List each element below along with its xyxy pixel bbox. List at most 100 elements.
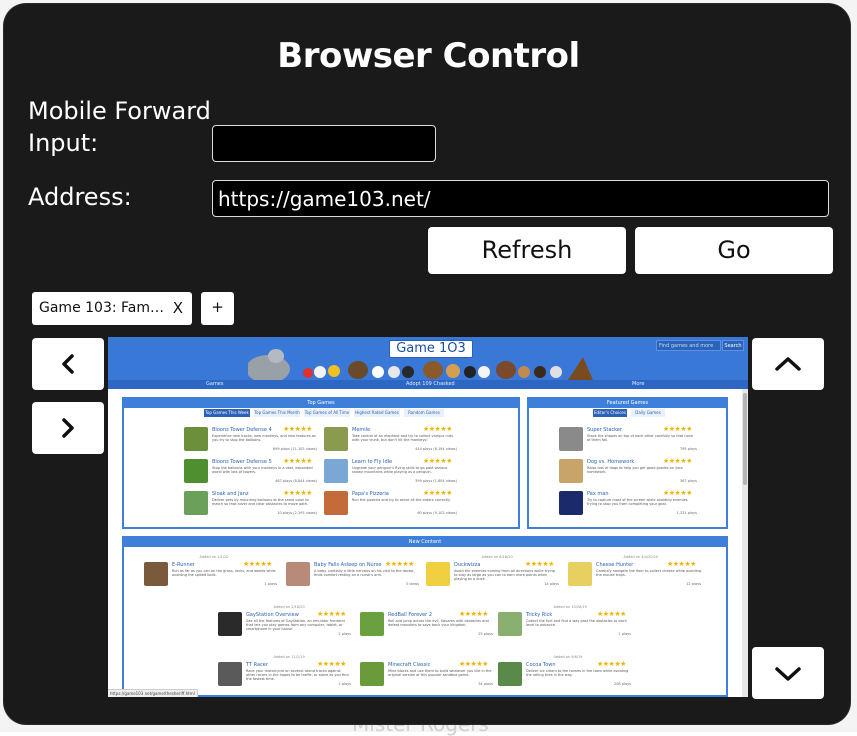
game-item-new-3[interactable]: Added on 4/4/20/20 Cheese Hunter ★★★★★ Care… <box>568 555 703 598</box>
play-count: 467 plays (8,844 views) <box>275 479 317 483</box>
tab-close-button[interactable]: X <box>173 292 183 325</box>
game-thumbnail[interactable] <box>559 427 583 451</box>
site-nav-adopt[interactable]: Adopt 109 Chasked <box>406 381 455 387</box>
game-title-link[interactable]: GayStation Overview <box>246 612 299 618</box>
game-title-link[interactable]: Minecraft Classic <box>388 662 430 668</box>
rating-stars-icon: ★★★★★ <box>597 660 626 668</box>
game-thumbnail[interactable] <box>568 562 592 586</box>
refresh-button[interactable]: Refresh <box>428 227 626 274</box>
browser-viewport[interactable]: Game 1Ö3 Find games and more Search Game… <box>108 337 748 697</box>
game-title-link[interactable]: Dog vs. Homework <box>587 459 634 465</box>
site-search-button[interactable]: Search <box>722 340 744 351</box>
site-nav-more[interactable]: More <box>632 381 644 387</box>
added-date: Added on 11/1/19 <box>273 655 305 659</box>
rating-stars-icon: ★★★★★ <box>385 560 414 568</box>
game-item-new-9[interactable]: Added on 9/6/19 Cocoa Town ★★★★★ Deliver ic… <box>498 655 633 697</box>
game-thumbnail[interactable] <box>324 427 348 451</box>
back-button[interactable] <box>32 338 104 390</box>
game-thumbnail[interactable] <box>184 427 208 451</box>
game-thumbnail[interactable] <box>360 612 384 636</box>
rating-stars-icon: ★★★★★ <box>317 660 346 668</box>
rating-stars-icon: ★★★★★ <box>283 425 312 433</box>
add-tab-button[interactable]: + <box>201 292 234 325</box>
game-title-link[interactable]: Cheese Hunter <box>596 562 633 568</box>
game-title-link[interactable]: Baby Falls Asleep on Nurse <box>314 562 381 568</box>
address-input[interactable] <box>212 180 829 217</box>
play-count: 25 plays <box>478 632 493 636</box>
game-title-link[interactable]: Sloak and Janz <box>212 491 249 497</box>
game-description: Mine blocks and use them to build whatev… <box>388 669 492 677</box>
scroll-down-button[interactable] <box>752 647 824 699</box>
scroll-up-button[interactable] <box>752 338 824 390</box>
play-count: 14 plays <box>544 582 559 586</box>
game-title-link[interactable]: Duckwizza <box>454 562 480 568</box>
game-thumbnail[interactable] <box>324 491 348 515</box>
game-item-top-4[interactable]: Sloak and Janz ★★★★★ Deliver pets by mount… <box>184 489 319 527</box>
game-title-link[interactable]: Learn to Fly Idle <box>352 459 392 465</box>
game-thumbnail[interactable] <box>218 662 242 686</box>
game-thumbnail[interactable] <box>144 562 168 586</box>
go-button[interactable]: Go <box>635 227 833 274</box>
game-title-link[interactable]: Memile <box>352 427 370 433</box>
rating-stars-icon: ★★★★★ <box>667 560 696 568</box>
game-description: Deliver ice cream to the homes in the to… <box>526 669 629 677</box>
game-thumbnail[interactable] <box>426 562 450 586</box>
rating-stars-icon: ★★★★★ <box>283 457 312 465</box>
game-title-link[interactable]: Papa's Pizzeria <box>352 491 389 497</box>
game-thumbnail[interactable] <box>184 459 208 483</box>
site-search-input[interactable]: Find games and more <box>656 340 721 351</box>
game-title-link[interactable]: Bloons Tower Defense 4 <box>212 427 272 433</box>
game-title-link[interactable]: Bloons Tower Defense 5 <box>212 459 272 465</box>
address-label: Address: <box>28 183 132 211</box>
game-thumbnail[interactable] <box>498 662 522 686</box>
forward-button[interactable] <box>32 402 104 454</box>
browser-tab[interactable]: Game 103: Family-Friendly, Ad-Free Games… <box>32 292 192 325</box>
site-scrollbar-thumb[interactable] <box>743 393 747 485</box>
play-count: 1 plays <box>338 682 351 686</box>
tab-random[interactable]: Random Games <box>404 409 444 417</box>
game-title-link[interactable]: Cocoa Town <box>526 662 556 668</box>
tab-top-week[interactable]: Top Games This Week <box>204 409 250 417</box>
play-count: 795 plays <box>679 447 697 451</box>
tab-daily-games[interactable]: Daily Games <box>631 409 665 417</box>
site-nav: Games Adopt 109 Chasked More <box>108 380 748 389</box>
game-title-link[interactable]: Tricky Rick <box>526 612 552 618</box>
tab-editors-choices[interactable]: Editor's Choices <box>593 409 627 417</box>
game-item-new-6[interactable]: Added on 10/28/19 Tricky Rick ★★★★★ Collect… <box>498 605 633 648</box>
featured-games-title: Featured Games <box>529 399 726 408</box>
game-item-new-4[interactable]: Added on 2/18/20 GayStation Overview ★★★★★… <box>218 605 353 648</box>
game-title-link[interactable]: Pax man <box>587 491 609 497</box>
game-thumbnail[interactable] <box>498 612 522 636</box>
tab-top-all-time[interactable]: Top Games of All Time <box>304 409 350 417</box>
game-item-new-2[interactable]: Added on 8/16/20 Duckwizza ★★★★★ Avoid the … <box>426 555 561 598</box>
tab-top-month[interactable]: Top Games This Month <box>254 409 300 417</box>
game-thumbnail[interactable] <box>559 459 583 483</box>
game-thumbnail[interactable] <box>559 491 583 515</box>
tab-highest-rated[interactable]: Highest Rated Games <box>354 409 400 417</box>
game-description: Upgrade your penguin's flying skills to … <box>352 466 448 474</box>
game-title-link[interactable]: Super Stacker <box>587 427 622 433</box>
game-title-link[interactable]: E-Runner <box>172 562 195 568</box>
game-thumbnail[interactable] <box>218 612 242 636</box>
added-date: Added on 10/28/19 <box>553 605 587 609</box>
rating-stars-icon: ★★★★★ <box>423 425 452 433</box>
play-count: 444 plays (8,194 views) <box>415 447 457 451</box>
game-description: Run the pizzeria and try to serve all th… <box>352 498 451 502</box>
game-title-link[interactable]: RedBall Forever 2 <box>388 612 432 618</box>
game-thumbnail[interactable] <box>324 459 348 483</box>
game-description: Run as far as you can on the grass, rock… <box>172 569 276 577</box>
site-logo[interactable]: Game 1Ö3 <box>389 340 473 358</box>
game-title-link[interactable]: TT Racer <box>246 662 268 668</box>
game-item-new-7[interactable]: Added on 11/1/19 TT Racer ★★★★★ Race your m… <box>218 655 353 697</box>
game-item-top-5[interactable]: Papa's Pizzeria ★★★★★ Run the pizzeria and… <box>324 489 459 527</box>
game-item-new-5[interactable]: RedBall Forever 2 ★★★★★ Roll and jump acro… <box>360 610 495 648</box>
mobile-forward-input[interactable] <box>212 125 436 162</box>
game-item-new-8[interactable]: Minecraft Classic ★★★★★ Mine blocks and us… <box>360 660 495 697</box>
game-thumbnail[interactable] <box>360 662 384 686</box>
game-thumbnail[interactable] <box>286 562 310 586</box>
game-item-featured-2[interactable]: Pax man ★★★★★ Try to capture most of the s… <box>559 489 699 527</box>
game-item-new-1[interactable]: Baby Falls Asleep on Nurse ★★★★★ A baby, p… <box>286 560 421 598</box>
game-thumbnail[interactable] <box>184 491 208 515</box>
site-nav-games[interactable]: Games <box>206 381 224 387</box>
game-item-new-0[interactable]: Added on 1/1/20 E-Runner ★★★★★ Run as far a… <box>144 555 279 598</box>
